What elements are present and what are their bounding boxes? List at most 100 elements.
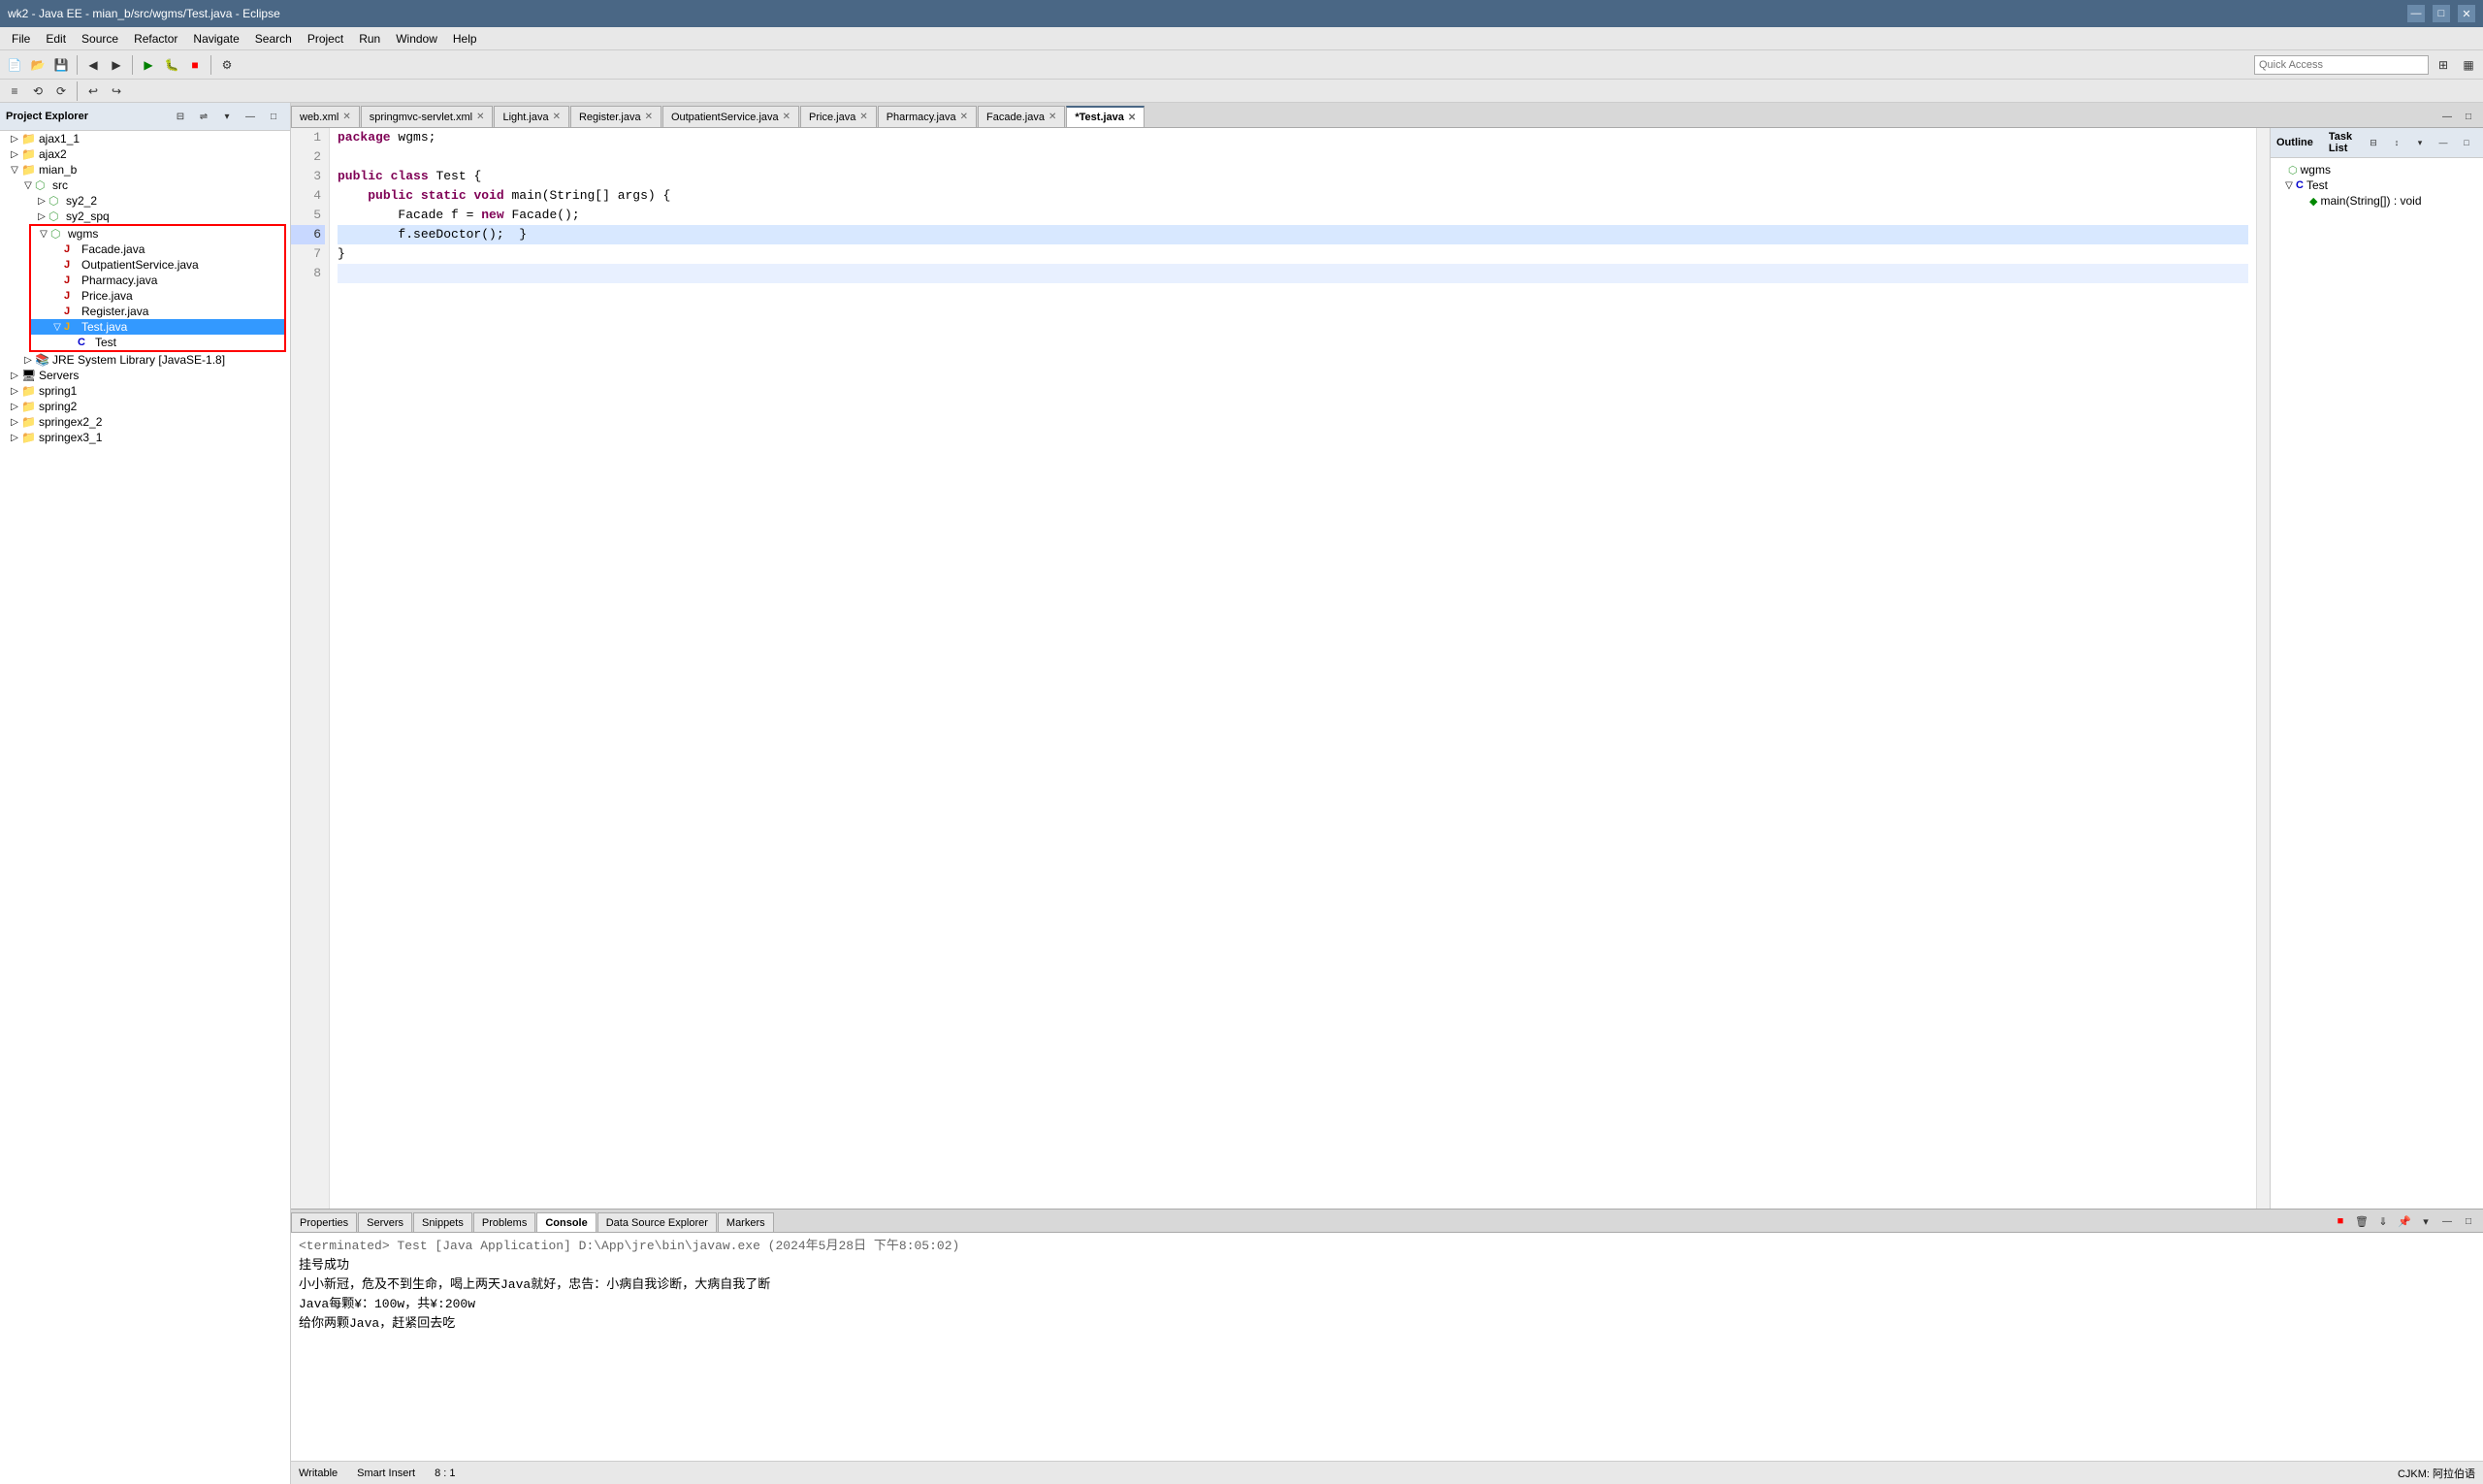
toolbar-run-btn[interactable]: ▶	[138, 54, 159, 76]
tree-item-Register.java[interactable]: J Register.java	[31, 304, 284, 319]
outline-sort-btn[interactable]: ↕	[2386, 132, 2407, 153]
tree-item-src[interactable]: ▽ ⬡ src	[0, 177, 290, 193]
tree-item-spring1[interactable]: ▷ 📁 spring1	[0, 383, 290, 399]
toolbar2-btn1[interactable]: ≡	[4, 81, 25, 102]
editor-vscroll[interactable]	[2256, 128, 2270, 1209]
outline-item-wgms[interactable]: ⬡ wgms	[2274, 162, 2479, 177]
toolbar-new-btn[interactable]: 📄	[4, 54, 25, 76]
tab-Light.java[interactable]: Light.java ✕	[494, 106, 568, 127]
toolbar-open-btn[interactable]: 📂	[27, 54, 48, 76]
tree-item-spring2[interactable]: ▷ 📁 spring2	[0, 399, 290, 414]
editor-minimize-btn[interactable]: —	[2436, 106, 2458, 127]
console-menu-btn[interactable]: ▾	[2415, 1210, 2436, 1232]
tab-OutpatientService.java[interactable]: OutpatientService.java ✕	[662, 106, 799, 127]
menu-navigate[interactable]: Navigate	[185, 30, 246, 48]
outline-min-btn[interactable]: —	[2433, 132, 2454, 153]
tree-item-wgms[interactable]: ▽ ⬡ wgms	[31, 226, 284, 242]
toggle-spring2[interactable]: ▷	[8, 402, 21, 412]
outline-item-Test[interactable]: ▽ C Test	[2274, 177, 2479, 193]
toolbar-back-btn[interactable]: ◀	[82, 54, 104, 76]
tab-Facade.java-close[interactable]: ✕	[1048, 112, 1056, 122]
pe-menu-btn[interactable]: ▾	[216, 106, 238, 127]
tab-Facade.java[interactable]: Facade.java ✕	[978, 106, 1065, 127]
code-editor[interactable]: 1 2 3 4 5 6 7 8 package wgms; public cla…	[291, 128, 2270, 1209]
tree-item-ajax1_1[interactable]: ▷ 📁 ajax1_1	[0, 131, 290, 146]
toggle-ajax1_1[interactable]: ▷	[8, 134, 21, 145]
toolbar2-btn3[interactable]: ⟳	[50, 81, 72, 102]
toggle-ajax2[interactable]: ▷	[8, 149, 21, 160]
quick-access-input[interactable]	[2254, 55, 2429, 75]
toggle-mian_b[interactable]: ▽	[8, 165, 21, 176]
tab-Markers[interactable]: Markers	[718, 1212, 774, 1232]
minimize-button[interactable]: —	[2407, 5, 2425, 22]
tab-DataSource[interactable]: Data Source Explorer	[597, 1212, 717, 1232]
toolbar-debug-btn[interactable]: 🐛	[161, 54, 182, 76]
menu-window[interactable]: Window	[388, 30, 445, 48]
tab-Register.java[interactable]: Register.java ✕	[570, 106, 661, 127]
tab-Price.java-close[interactable]: ✕	[859, 112, 867, 122]
tab-web.xml-close[interactable]: ✕	[342, 112, 350, 122]
menu-help[interactable]: Help	[445, 30, 485, 48]
toolbar-stop-btn[interactable]: ■	[184, 54, 206, 76]
tree-item-Servers[interactable]: ▷ 🖥 Servers	[0, 368, 290, 383]
toggle-spring1[interactable]: ▷	[8, 386, 21, 397]
menu-project[interactable]: Project	[300, 30, 351, 48]
console-scroll-lock-btn[interactable]: ⇓	[2372, 1210, 2394, 1232]
tree-item-JRE[interactable]: ▷ 📚 JRE System Library [JavaSE-1.8]	[0, 352, 290, 368]
tree-item-sy2_2[interactable]: ▷ ⬡ sy2_2	[0, 193, 290, 209]
tree-item-springex2_2[interactable]: ▷ 📁 springex2_2	[0, 414, 290, 430]
toolbar-forward-btn[interactable]: ▶	[106, 54, 127, 76]
code-content[interactable]: package wgms; public class Test { public…	[330, 128, 2256, 1209]
tab-Console[interactable]: Console	[536, 1212, 596, 1232]
toolbar-misc-btn[interactable]: ⚙	[216, 54, 238, 76]
tab-Servers[interactable]: Servers	[358, 1212, 412, 1232]
toggle-wgms[interactable]: ▽	[37, 229, 50, 240]
tree-item-Price.java[interactable]: J Price.java	[31, 288, 284, 304]
menu-refactor[interactable]: Refactor	[126, 30, 185, 48]
tab-Light.java-close[interactable]: ✕	[553, 112, 561, 122]
tree-item-OutpatientService.java[interactable]: J OutpatientService.java	[31, 257, 284, 273]
console-max-btn[interactable]: □	[2458, 1210, 2479, 1232]
toggle-springex3_1[interactable]: ▷	[8, 433, 21, 443]
tree-item-Facade.java[interactable]: J Facade.java	[31, 242, 284, 257]
toggle-sy2_2[interactable]: ▷	[35, 196, 48, 207]
console-pin-btn[interactable]: 📌	[2394, 1210, 2415, 1232]
tab-springmvc[interactable]: springmvc-servlet.xml ✕	[361, 106, 494, 127]
tab-Price.java[interactable]: Price.java ✕	[800, 106, 877, 127]
tab-Problems[interactable]: Problems	[473, 1212, 535, 1232]
editor-maximize-btn[interactable]: □	[2458, 106, 2479, 127]
outline-collapse-btn[interactable]: ⊟	[2363, 132, 2384, 153]
menu-edit[interactable]: Edit	[38, 30, 74, 48]
console-stop-btn[interactable]: ■	[2330, 1210, 2351, 1232]
toggle-src[interactable]: ▽	[21, 180, 35, 191]
tab-web.xml[interactable]: web.xml ✕	[291, 106, 360, 127]
outline-max-btn[interactable]: □	[2456, 132, 2477, 153]
tab-Snippets[interactable]: Snippets	[413, 1212, 472, 1232]
pe-collapse-btn[interactable]: ⊟	[170, 106, 191, 127]
close-button[interactable]: ✕	[2458, 5, 2475, 22]
tab-Test.java[interactable]: *Test.java ✕	[1066, 106, 1145, 127]
tab-Test.java-close[interactable]: ✕	[1128, 113, 1136, 123]
toolbar2-btn4[interactable]: ↩	[82, 81, 104, 102]
open-perspective-btn[interactable]: ⊞	[2433, 54, 2454, 76]
tree-item-Test-inner[interactable]: C Test	[31, 335, 284, 350]
tab-Pharmacy.java[interactable]: Pharmacy.java ✕	[878, 106, 977, 127]
tab-springmvc-close[interactable]: ✕	[476, 112, 484, 122]
toolbar2-btn2[interactable]: ⟲	[27, 81, 48, 102]
toggle-Servers[interactable]: ▷	[8, 371, 21, 381]
outline-toggle-Test[interactable]: ▽	[2282, 180, 2296, 191]
tree-item-Pharmacy.java[interactable]: J Pharmacy.java	[31, 273, 284, 288]
tab-OutpatientService.java-close[interactable]: ✕	[783, 112, 790, 122]
tree-item-springex3_1[interactable]: ▷ 📁 springex3_1	[0, 430, 290, 445]
pe-max-btn[interactable]: □	[263, 106, 284, 127]
menu-file[interactable]: File	[4, 30, 38, 48]
tree-item-sy2_spq[interactable]: ▷ ⬡ sy2_spq	[0, 209, 290, 224]
toolbar-save-btn[interactable]: 💾	[50, 54, 72, 76]
toggle-Test[interactable]: ▽	[50, 322, 64, 333]
perspective-btn[interactable]: ▦	[2458, 54, 2479, 76]
tab-Register.java-close[interactable]: ✕	[645, 112, 653, 122]
console-min-btn[interactable]: —	[2436, 1210, 2458, 1232]
toggle-sy2_spq[interactable]: ▷	[35, 211, 48, 222]
pe-min-btn[interactable]: —	[240, 106, 261, 127]
toolbar2-btn5[interactable]: ↪	[106, 81, 127, 102]
